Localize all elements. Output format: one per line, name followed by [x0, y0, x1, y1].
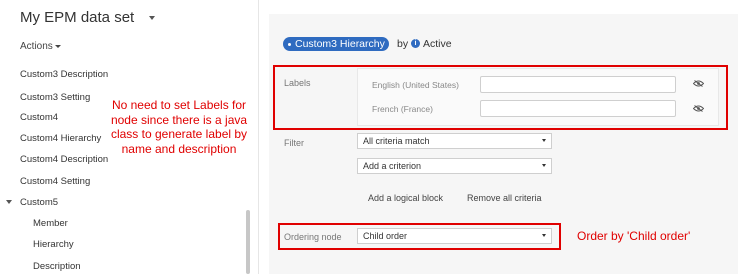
- dropdown-caret-icon: [542, 234, 546, 237]
- dropdown-caret-icon: [542, 164, 546, 167]
- ordering-node-title: Ordering node: [284, 232, 342, 242]
- label-input-english[interactable]: [480, 76, 676, 93]
- sidebar-item-member[interactable]: Member: [33, 218, 68, 229]
- chevron-down-icon[interactable]: [149, 16, 155, 20]
- sidebar-item-custom3-description[interactable]: Custom3 Description: [20, 69, 108, 80]
- add-criterion-select[interactable]: Add a criterion: [357, 158, 552, 174]
- language-label-english: English (United States): [372, 80, 459, 90]
- sidebar-item-description[interactable]: Description: [33, 261, 81, 272]
- sidebar-item-custom4-hierarchy[interactable]: Custom4 Hierarchy: [20, 133, 101, 144]
- expand-caret-icon[interactable]: [6, 200, 12, 204]
- sidebar-scrollbar[interactable]: [246, 210, 250, 274]
- bullet-icon: [288, 42, 291, 46]
- status-text: Active: [423, 38, 452, 50]
- filter-match-value: All criteria match: [363, 136, 430, 146]
- dataset-title[interactable]: My EPM data set: [20, 9, 134, 26]
- remove-all-criteria-button[interactable]: Remove all criteria: [467, 193, 542, 203]
- sidebar-item-hierarchy[interactable]: Hierarchy: [33, 239, 74, 250]
- node-chip-label: Custom3 Hierarchy: [295, 38, 385, 50]
- dropdown-caret-icon: [542, 139, 546, 142]
- chevron-down-icon[interactable]: [55, 45, 61, 48]
- filter-title: Filter: [284, 138, 304, 148]
- filter-match-select[interactable]: All criteria match: [357, 133, 552, 149]
- sidebar-item-custom4-setting[interactable]: Custom4 Setting: [20, 176, 90, 187]
- node-chip[interactable]: Custom3 Hierarchy: [283, 37, 389, 51]
- divider: [258, 0, 259, 274]
- sidebar-item-custom4-description[interactable]: Custom4 Description: [20, 154, 108, 165]
- eye-slash-icon[interactable]: [693, 105, 704, 112]
- add-criterion-value: Add a criterion: [363, 161, 422, 171]
- ordering-node-value: Child order: [363, 231, 408, 241]
- info-icon[interactable]: i: [411, 39, 420, 48]
- sidebar-item-custom4[interactable]: Custom4: [20, 112, 58, 123]
- add-logical-block-button[interactable]: Add a logical block: [368, 193, 443, 203]
- language-label-french: French (France): [372, 104, 433, 114]
- labels-title: Labels: [284, 78, 311, 88]
- sidebar-item-custom3-setting[interactable]: Custom3 Setting: [20, 92, 90, 103]
- by-text: by: [397, 38, 409, 50]
- eye-slash-icon[interactable]: [693, 80, 704, 87]
- label-input-french[interactable]: [480, 100, 676, 117]
- ordering-node-select[interactable]: Child order: [357, 228, 552, 244]
- annotation-labels-note: No need to set Labels for node since the…: [110, 98, 248, 156]
- actions-menu[interactable]: Actions: [20, 41, 53, 52]
- annotation-order-note: Order by 'Child order': [577, 229, 691, 243]
- sidebar-item-custom5[interactable]: Custom5: [20, 197, 58, 208]
